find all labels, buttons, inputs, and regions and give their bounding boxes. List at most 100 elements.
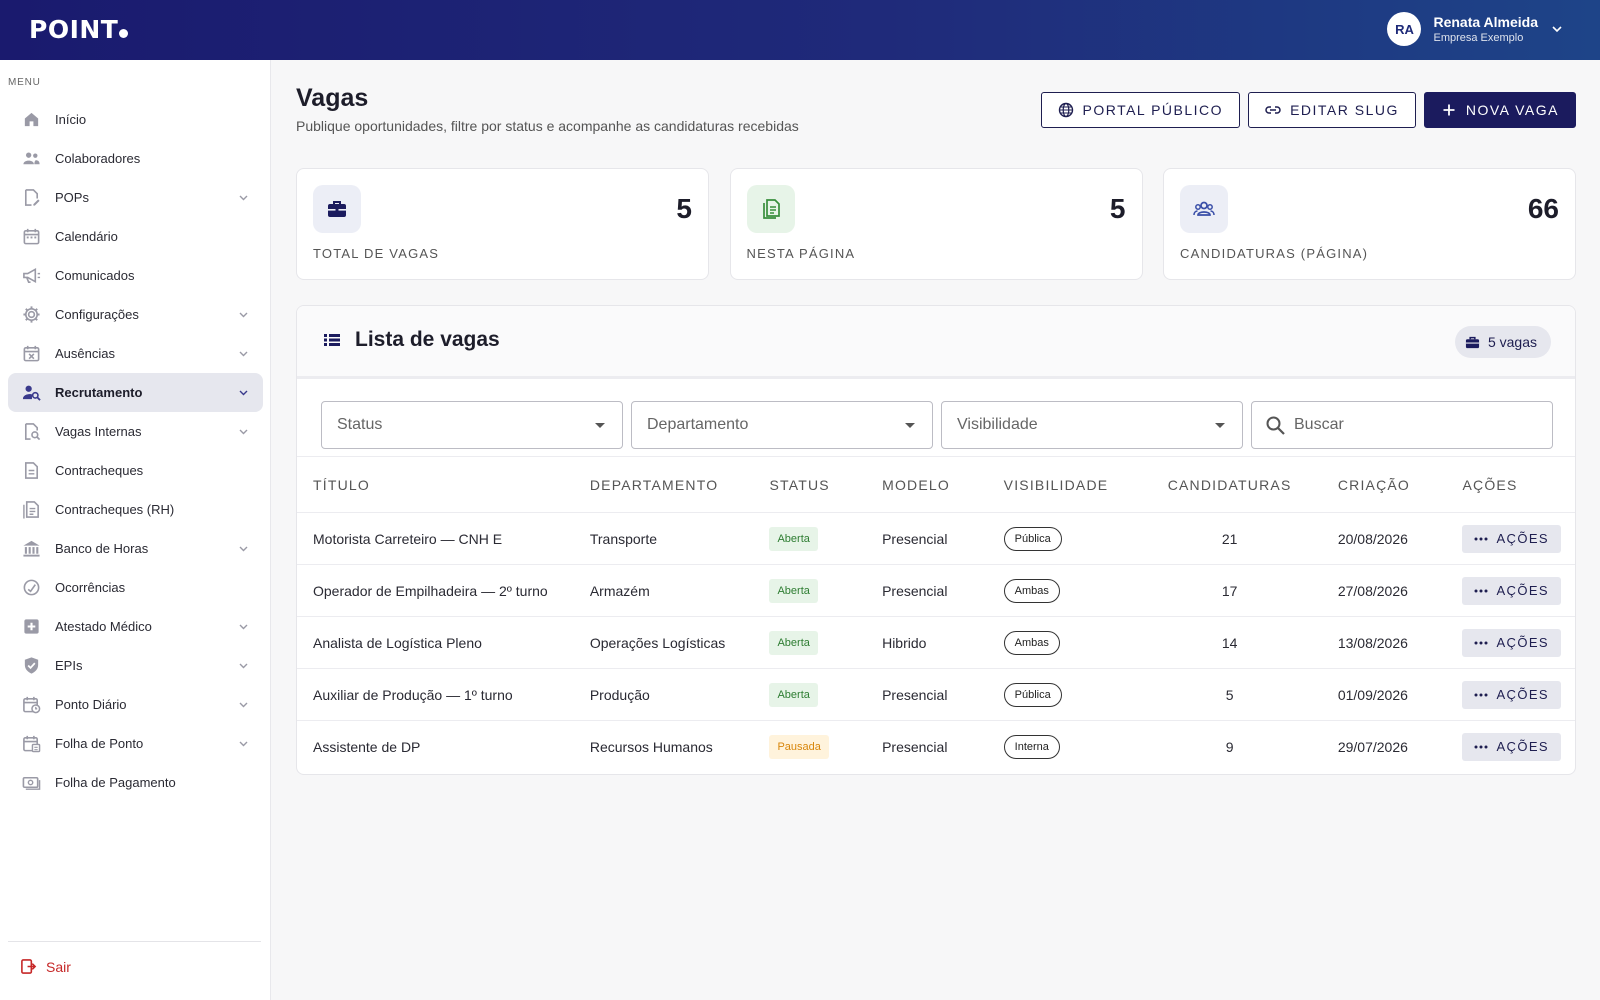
sidebar-item-contracheques-rh[interactable]: Contracheques (RH) xyxy=(8,490,263,529)
globe-icon xyxy=(1058,102,1073,118)
sidebar-item-epis[interactable]: EPIs xyxy=(8,646,263,685)
sidebar-nav: Início Colaboradores POPs Calendário Comunic… xyxy=(8,100,263,802)
column-header-visibility[interactable]: VISIBILIDADE xyxy=(987,456,1138,513)
vacancy-title[interactable]: Assistente de DP xyxy=(297,721,574,773)
chevron-down-icon[interactable] xyxy=(238,621,249,632)
actions-cell: AÇÕES xyxy=(1446,668,1575,721)
chevron-down-icon[interactable] xyxy=(238,309,249,320)
stat-applications: 66 CANDIDATURAS (PÁGINA) xyxy=(1163,168,1576,280)
row-actions-label: AÇÕES xyxy=(1496,583,1549,598)
row-actions-button[interactable]: AÇÕES xyxy=(1462,732,1561,761)
visibility-badge: Pública xyxy=(1003,526,1062,551)
vacancy-title[interactable]: Operador de Empilhadeira — 2º turno xyxy=(297,564,574,617)
vacancy-title[interactable]: Motorista Carreteiro — CNH E xyxy=(297,512,574,565)
sidebar-item-vagas-internas[interactable]: Vagas Internas xyxy=(8,412,263,451)
visibility-badge: Interna xyxy=(1003,734,1060,759)
user-company: Empresa Exemplo xyxy=(1433,32,1524,44)
public-portal-button[interactable]: PORTAL PÚBLICO xyxy=(1040,92,1241,128)
applications-count: 21 xyxy=(1137,512,1322,565)
status-filter[interactable]: Status xyxy=(321,401,623,449)
top-bar: POINT RA Renata Almeida Empresa Exemplo xyxy=(0,0,1600,60)
row-actions-button[interactable]: AÇÕES xyxy=(1462,628,1561,657)
sidebar-item-inicio[interactable]: Início xyxy=(8,100,263,139)
sidebar-item-ponto-diario[interactable]: Ponto Diário xyxy=(8,685,263,724)
chevron-down-icon[interactable] xyxy=(1550,22,1564,36)
sidebar-item-comunicados[interactable]: Comunicados xyxy=(8,256,263,295)
table-row[interactable]: Assistente de DP Recursos Humanos Pausada P… xyxy=(297,721,1575,773)
status-cell: Pausada xyxy=(753,721,866,773)
chevron-down-icon[interactable] xyxy=(238,348,249,359)
chevron-down-icon[interactable] xyxy=(238,738,249,749)
sidebar-item-contracheques[interactable]: Contracheques xyxy=(8,451,263,490)
column-header-model[interactable]: MODELO xyxy=(866,456,988,513)
user-menu[interactable]: RA Renata Almeida Empresa Exemplo xyxy=(1387,12,1564,46)
status-badge: Aberta xyxy=(769,578,818,603)
applications-count: 5 xyxy=(1137,668,1322,721)
brand-logo[interactable]: POINT xyxy=(29,15,129,45)
stats-row: 5 TOTAL DE VAGAS 5 NESTA PÁGINA 66 CANDI… xyxy=(296,168,1576,280)
actions-cell: AÇÕES xyxy=(1446,512,1575,565)
chevron-down-icon[interactable] xyxy=(238,426,249,437)
vacancy-title[interactable]: Analista de Logística Pleno xyxy=(297,616,574,669)
column-header-department[interactable]: DEPARTAMENTO xyxy=(573,456,754,513)
table-row[interactable]: Auxiliar de Produção — 1º turno Produção A… xyxy=(297,668,1575,721)
department-filter[interactable]: Departamento xyxy=(631,401,933,449)
sidebar-item-atestado-medico[interactable]: Atestado Médico xyxy=(8,607,263,646)
chevron-down-icon[interactable] xyxy=(238,387,249,398)
stat-label: TOTAL DE VAGAS xyxy=(313,246,440,261)
visibility-cell: Ambas xyxy=(987,564,1138,617)
chevron-down-icon[interactable] xyxy=(238,192,249,203)
sidebar-item-calendario[interactable]: Calendário xyxy=(8,217,263,256)
vacancy-count: 5 vagas xyxy=(1487,334,1537,350)
row-actions-button[interactable]: AÇÕES xyxy=(1462,576,1561,605)
page-actions: PORTAL PÚBLICO EDITAR SLUG NOVA VAGA xyxy=(1033,92,1576,128)
vacancy-department: Operações Logísticas xyxy=(573,616,754,669)
status-filter-label: Status xyxy=(337,416,383,433)
sidebar-item-pops[interactable]: POPs xyxy=(8,178,263,217)
column-header-title[interactable]: TÍTULO xyxy=(297,456,574,513)
chevron-down-icon[interactable] xyxy=(238,699,249,710)
visibility-filter[interactable]: Visibilidade xyxy=(941,401,1243,449)
visibility-cell: Ambas xyxy=(987,616,1138,669)
calendar-x-icon xyxy=(20,343,42,365)
vacancy-model: Presencial xyxy=(866,668,988,721)
created-date: 27/08/2026 xyxy=(1321,564,1447,617)
page-subtitle: Publique oportunidades, filtre por statu… xyxy=(296,118,799,134)
sidebar-item-folha-de-ponto[interactable]: Folha de Ponto xyxy=(8,724,263,763)
avatar[interactable]: RA xyxy=(1387,12,1422,46)
column-header-applications[interactable]: CANDIDATURAS xyxy=(1137,456,1322,513)
sidebar-item-label: Recrutamento xyxy=(55,385,143,400)
list-header: Lista de vagas 5 vagas xyxy=(297,306,1575,379)
sidebar-item-recrutamento[interactable]: Recrutamento xyxy=(8,373,263,412)
row-actions-button[interactable]: AÇÕES xyxy=(1462,524,1561,553)
sidebar-item-folha-de-pagamento[interactable]: Folha de Pagamento xyxy=(8,763,263,802)
search-input[interactable]: Buscar xyxy=(1251,401,1553,449)
list-title: Lista de vagas xyxy=(323,328,500,352)
edit-slug-button[interactable]: EDITAR SLUG xyxy=(1248,92,1416,128)
sidebar-item-ocorrencias[interactable]: Ocorrências xyxy=(8,568,263,607)
sidebar-item-colaboradores[interactable]: Colaboradores xyxy=(8,139,263,178)
vacancy-list-card: Lista de vagas 5 vagas Status Departamen… xyxy=(296,305,1576,775)
sidebar-item-configuracoes[interactable]: Configurações xyxy=(8,295,263,334)
caret-down-icon xyxy=(595,423,605,428)
logout-label: Sair xyxy=(46,958,71,975)
row-actions-button[interactable]: AÇÕES xyxy=(1462,680,1561,709)
new-vacancy-button[interactable]: NOVA VAGA xyxy=(1423,92,1576,128)
table-row[interactable]: Analista de Logística Pleno Operações Log… xyxy=(297,616,1575,669)
table-row[interactable]: Motorista Carreteiro — CNH E Transporte Ab… xyxy=(297,512,1575,565)
column-header-status[interactable]: STATUS xyxy=(753,456,867,513)
chevron-down-icon[interactable] xyxy=(238,660,249,671)
money-icon xyxy=(20,772,42,794)
vacancy-title[interactable]: Auxiliar de Produção — 1º turno xyxy=(297,668,574,721)
person-search-icon xyxy=(20,382,42,404)
divider xyxy=(8,941,261,942)
sidebar: MENU Início Colaboradores POPs Calendário Co… xyxy=(0,60,271,1000)
sidebar-item-ausencias[interactable]: Ausências xyxy=(8,334,263,373)
sidebar-item-banco-de-horas[interactable]: Banco de Horas xyxy=(8,529,263,568)
created-date: 13/08/2026 xyxy=(1321,616,1447,669)
column-header-created[interactable]: CRIAÇÃO xyxy=(1321,456,1447,513)
table-row[interactable]: Operador de Empilhadeira — 2º turno Armaz… xyxy=(297,564,1575,617)
chevron-down-icon[interactable] xyxy=(238,543,249,554)
more-horizontal-icon xyxy=(1474,745,1488,749)
logout-button[interactable]: Sair xyxy=(20,958,71,975)
